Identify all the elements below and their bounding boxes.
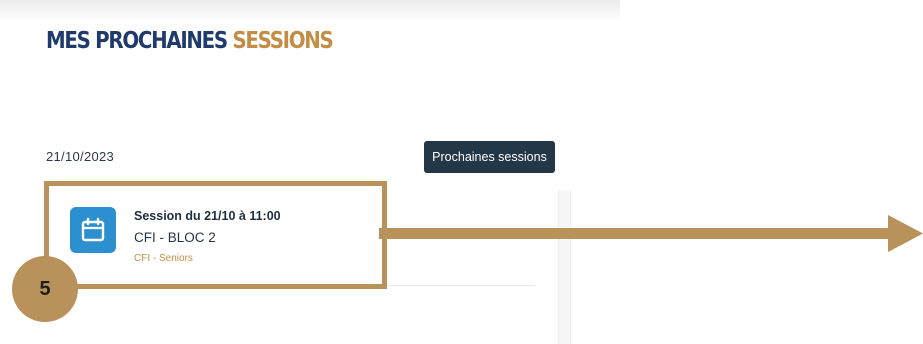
top-bar-shadow <box>0 0 620 22</box>
calendar-icon <box>70 207 116 253</box>
session-date: 21/10/2023 <box>46 149 115 164</box>
page-title: MES PROCHAINES SESSIONS <box>46 28 334 54</box>
session-category: CFI - Seniors <box>134 253 193 264</box>
page-title-accent: SESSIONS <box>232 28 333 54</box>
page-title-main: MES PROCHAINES <box>46 28 228 54</box>
session-title: Session du 21/10 à 11:00 <box>134 209 281 223</box>
session-name: CFI - BLOC 2 <box>134 230 216 245</box>
next-sessions-button[interactable]: Prochaines sessions <box>424 141 555 173</box>
scrollbar[interactable] <box>558 190 571 344</box>
session-card[interactable] <box>50 185 535 286</box>
step-number-badge: 5 <box>12 256 78 322</box>
